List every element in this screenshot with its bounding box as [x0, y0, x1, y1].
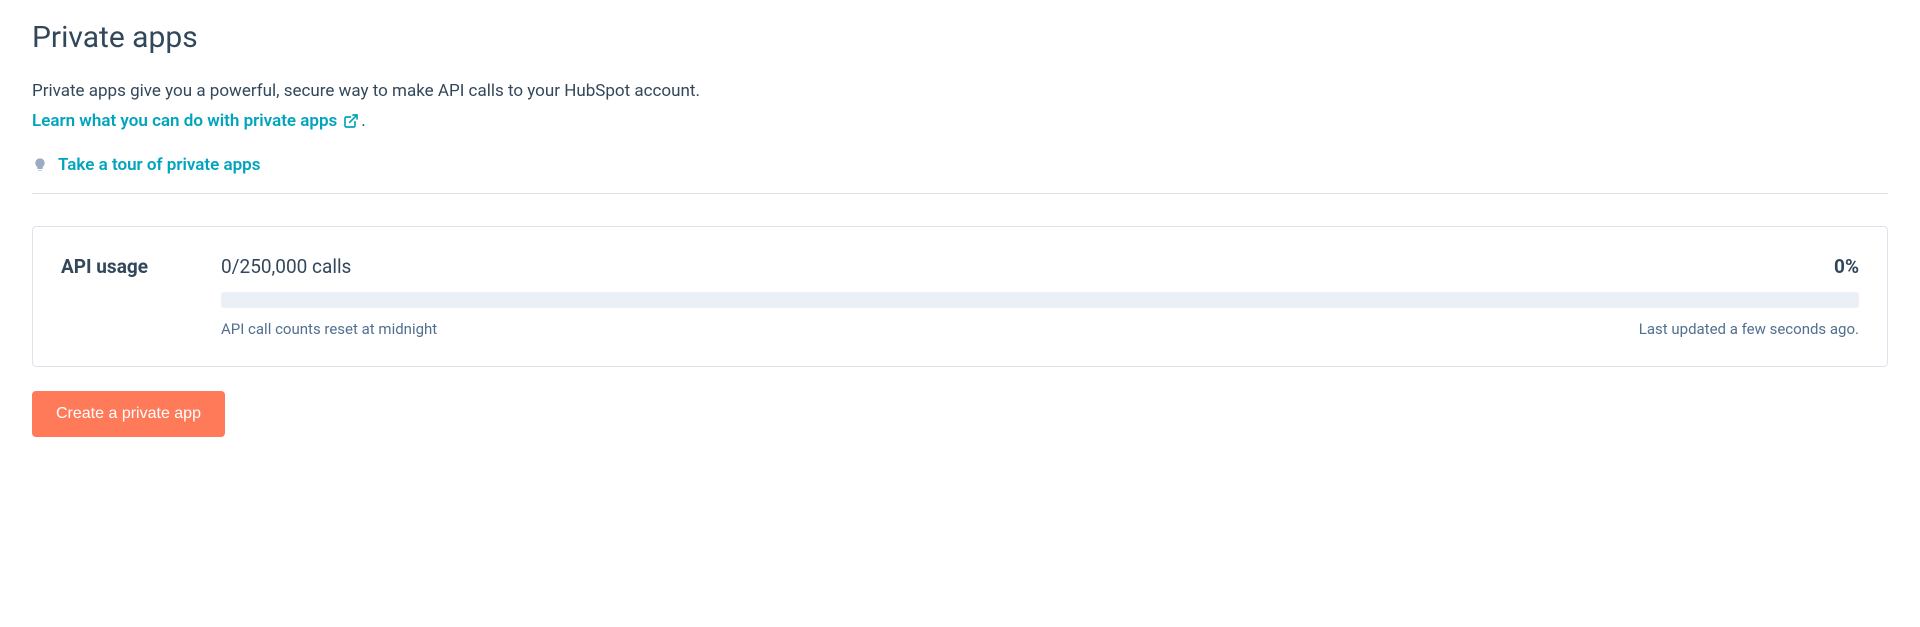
api-usage-last-updated: Last updated a few seconds ago. [1639, 320, 1859, 338]
divider [32, 193, 1888, 194]
lightbulb-icon [32, 156, 48, 174]
page-title: Private apps [32, 20, 1888, 55]
api-usage-card: API usage 0/250,000 calls 0% API call co… [32, 226, 1888, 367]
api-usage-title: API usage [61, 255, 181, 278]
api-usage-calls: 0/250,000 calls [221, 255, 351, 278]
api-usage-percent: 0% [1834, 255, 1859, 278]
external-link-icon [343, 113, 359, 129]
description-block: Private apps give you a powerful, secure… [32, 79, 1888, 131]
tour-link-row: Take a tour of private apps [32, 155, 1888, 175]
learn-more-period: . [361, 111, 365, 131]
create-private-app-button[interactable]: Create a private app [32, 391, 225, 437]
api-usage-progress-bar [221, 292, 1859, 308]
api-usage-reset-note: API call counts reset at midnight [221, 320, 437, 338]
tour-link[interactable]: Take a tour of private apps [58, 155, 260, 175]
description-text: Private apps give you a powerful, secure… [32, 79, 1888, 105]
learn-more-link[interactable]: Learn what you can do with private apps [32, 111, 359, 131]
learn-more-link-text: Learn what you can do with private apps [32, 111, 337, 131]
